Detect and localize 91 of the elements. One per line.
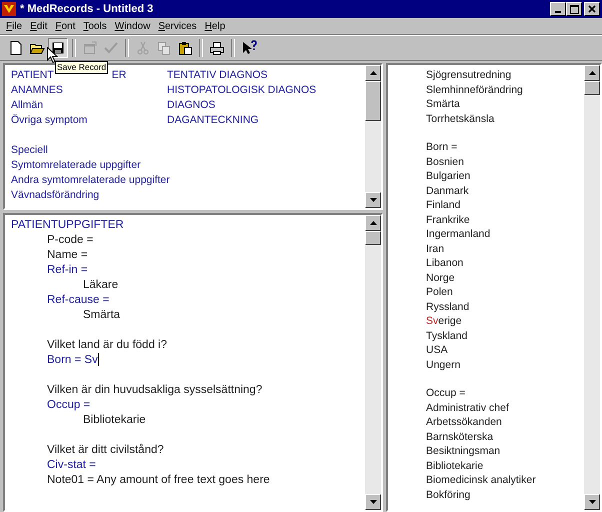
section-link[interactable]: Övriga symptom <box>11 114 167 126</box>
choice-item[interactable]: Biomedicinsk analytiker <box>426 473 584 488</box>
menu-item[interactable]: File <box>2 20 26 32</box>
choice-item[interactable]: Danmark <box>426 184 584 198</box>
section-link[interactable]: DIAGNOS <box>167 98 323 110</box>
section-link[interactable]: HISTOPATOLOGISK DIAGNOS <box>167 84 323 96</box>
choice-item[interactable]: Torrhetskänsla <box>426 112 584 126</box>
maximize-icon <box>570 4 578 14</box>
choice-item[interactable]: Born = <box>426 140 584 154</box>
scroll-down-icon[interactable] <box>584 494 600 510</box>
page-icon <box>8 40 24 56</box>
tooltip: Save Record <box>55 61 108 74</box>
maximize-button[interactable] <box>566 2 582 16</box>
copy-icon <box>156 40 172 56</box>
choice-item[interactable]: Polen <box>426 285 584 300</box>
document-text: P-code = <box>47 234 94 246</box>
menu-item[interactable]: Tools <box>79 20 111 32</box>
choice-item[interactable]: Bulgarien <box>426 169 584 184</box>
choice-item[interactable]: USA <box>426 343 584 358</box>
choice-item[interactable]: Arbetssökanden <box>426 415 584 430</box>
choice-item[interactable]: Tyskland <box>426 328 584 343</box>
document-text: Vilket land är du född i? <box>47 338 167 350</box>
scroll-up-icon[interactable] <box>365 65 381 81</box>
field-value: Bibliotekarie <box>83 414 146 426</box>
choice-item[interactable]: Libanon <box>426 256 584 270</box>
choice-item[interactable]: Barnsköterska <box>426 430 584 444</box>
section-heading: PATIENTUPPGIFTER <box>11 218 124 230</box>
choice-item[interactable]: Slemhinneförändring <box>426 82 584 97</box>
app-icon <box>2 2 16 16</box>
menu-item[interactable]: Font <box>51 20 80 32</box>
window-title: * MedRecords - Untitled 3 <box>20 3 154 15</box>
section-link[interactable]: TENTATIV DIAGNOS <box>167 68 323 80</box>
clipboard-icon <box>177 40 193 56</box>
section-link[interactable]: ER <box>112 68 126 80</box>
choice-item[interactable]: Iran <box>426 242 584 256</box>
scissors-icon <box>135 40 151 56</box>
field-label: Born = Sv <box>47 354 98 366</box>
section-link[interactable]: Vävnadsförändring <box>11 188 167 200</box>
minimize-button[interactable] <box>550 2 566 16</box>
section-link[interactable]: ANAMNES <box>11 84 167 96</box>
field-value: Smärta <box>83 308 120 320</box>
scroll-down-icon[interactable] <box>365 192 381 208</box>
close-icon <box>588 5 596 13</box>
choice-item[interactable]: Ryssland <box>426 300 584 314</box>
scroll-thumb[interactable] <box>365 81 381 121</box>
section-link[interactable]: Allmän <box>11 98 167 110</box>
document-text: Note01 = Any amount of free text goes here <box>47 474 270 486</box>
choice-item[interactable]: Bokföring <box>426 488 584 502</box>
field-label: Occup = <box>47 398 90 410</box>
section-link[interactable]: PATIENT <box>11 68 54 80</box>
choice-item[interactable]: Ungern <box>426 358 584 372</box>
scrollbar[interactable] <box>584 65 600 510</box>
document-text: Vilket är ditt civilstånd? <box>47 444 164 456</box>
choice-item[interactable]: Bosnien <box>426 154 584 169</box>
choice-item[interactable]: Bibliotekarie <box>426 458 584 473</box>
field-label: Ref-cause = <box>47 294 110 306</box>
menu-item[interactable]: Services <box>154 20 201 32</box>
choice-item[interactable]: Sverige <box>426 314 584 328</box>
menu-item[interactable]: Help <box>200 20 230 32</box>
menu-item[interactable]: Edit <box>26 20 52 32</box>
field-label: Ref-in = <box>47 264 88 276</box>
choice-item[interactable]: Administrativ chef <box>426 400 584 415</box>
section-link[interactable]: Andra symtomrelaterade uppgifter <box>11 174 167 186</box>
choice-item[interactable]: Frankrike <box>426 212 584 227</box>
scroll-down-icon[interactable] <box>365 494 381 510</box>
scroll-thumb[interactable] <box>584 81 600 95</box>
scrollbar[interactable] <box>365 65 381 208</box>
scroll-up-icon[interactable] <box>584 65 600 81</box>
section-link[interactable]: Speciell <box>11 144 167 156</box>
choice-item[interactable]: Besiktningsman <box>426 444 584 458</box>
scrollbar[interactable] <box>365 215 381 510</box>
section-link[interactable]: Symtomrelaterade uppgifter <box>11 158 167 170</box>
choice-item[interactable]: Occup = <box>426 386 584 400</box>
scroll-thumb[interactable] <box>365 231 381 245</box>
choice-item[interactable]: Norge <box>426 270 584 285</box>
scroll-up-icon[interactable] <box>365 215 381 231</box>
close-button[interactable] <box>584 2 600 16</box>
choice-item[interactable]: Sjögrensutredning <box>426 68 584 82</box>
menu-item[interactable]: Window <box>110 20 154 32</box>
field-label: Civ-stat = <box>47 458 96 470</box>
section-link[interactable]: DAGANTECKNING <box>167 114 323 126</box>
choice-item[interactable]: Ingermanland <box>426 227 584 242</box>
checkmark-icon <box>103 40 119 56</box>
document-text: Vilken är din huvudsakliga sysselsättning? <box>47 384 262 396</box>
field-value: Läkare <box>83 278 118 290</box>
choice-item[interactable]: Finland <box>426 198 584 212</box>
printer-icon <box>209 40 225 56</box>
window-icon <box>82 40 98 56</box>
choice-item[interactable]: Smärta <box>426 97 584 112</box>
pointer-question-icon <box>241 40 257 56</box>
document-text: Name = <box>47 248 88 260</box>
